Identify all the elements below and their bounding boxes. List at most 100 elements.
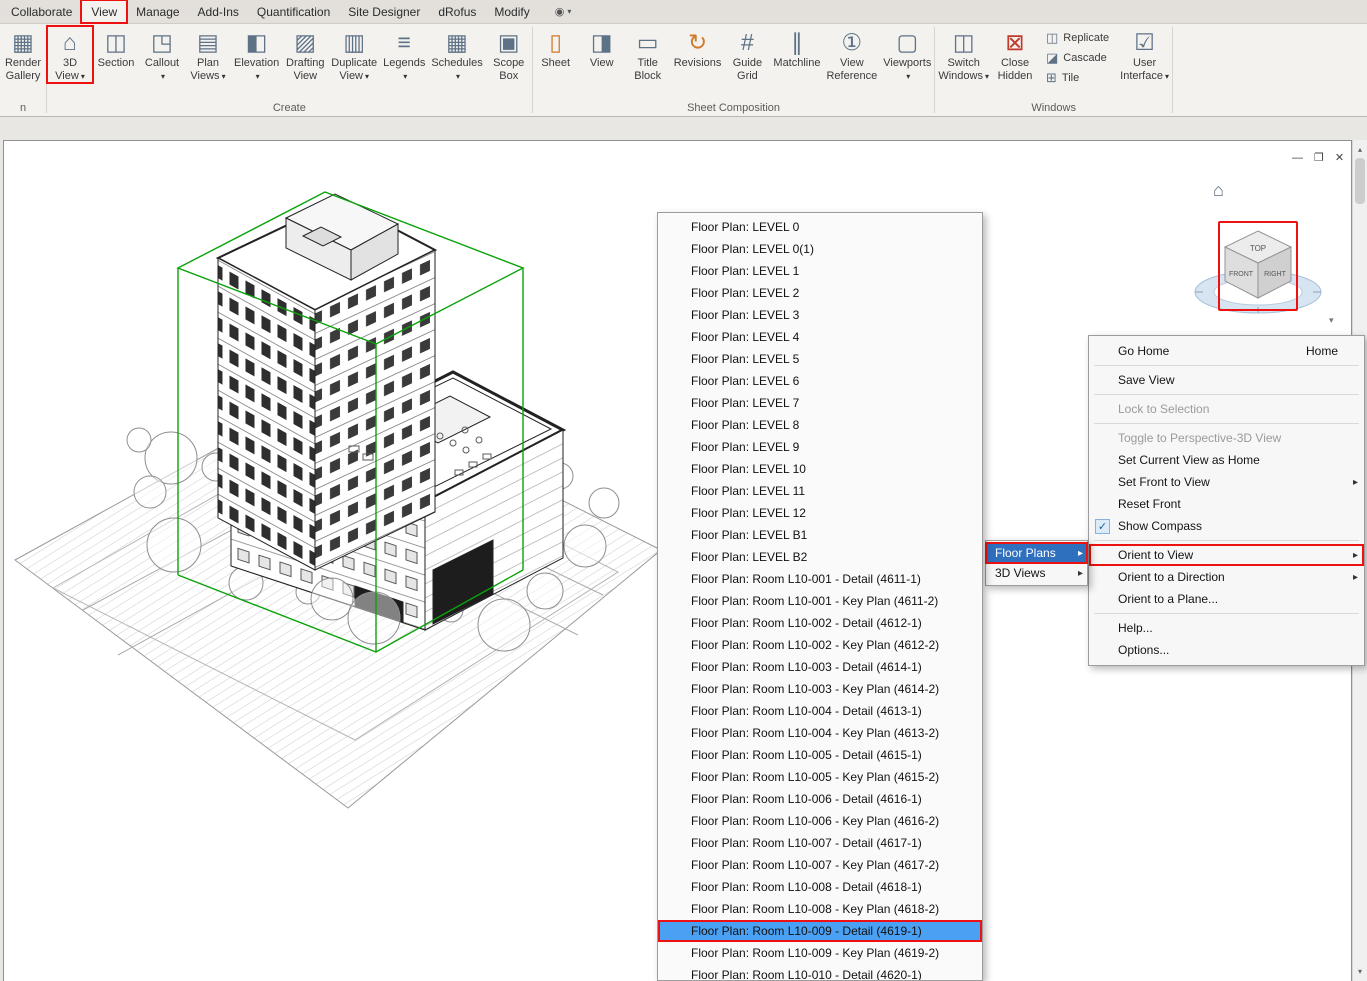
- legends-button[interactable]: ≡ Legends ▾: [380, 26, 428, 83]
- floor-plan-level-1[interactable]: Floor Plan: LEVEL 1: [658, 260, 982, 282]
- drafting-view-button[interactable]: ▨ Drafting View▾: [282, 26, 328, 83]
- floor-plan-level-2[interactable]: Floor Plan: LEVEL 2: [658, 282, 982, 304]
- floor-plan-room-l10-009-key-plan-4619-2[interactable]: Floor Plan: Room L10-009 - Key Plan (461…: [658, 942, 982, 964]
- render-gallery-button[interactable]: ▦ Render Gallery▾: [0, 26, 46, 83]
- schedules-button[interactable]: ▦ Schedules ▾: [428, 26, 485, 83]
- floor-plan-level-0-1[interactable]: Floor Plan: LEVEL 0(1): [658, 238, 982, 260]
- user-interface-button[interactable]: ☑ User Interface▾: [1117, 26, 1172, 83]
- floor-plan-level-b2[interactable]: Floor Plan: LEVEL B2: [658, 546, 982, 568]
- scrollbar-thumb[interactable]: [1355, 158, 1365, 204]
- go-home-menu-item[interactable]: ✓ Go Home Home ▸: [1089, 340, 1364, 362]
- matchline-button[interactable]: ∥ Matchline ▾: [770, 26, 823, 83]
- floor-plan-room-l10-006-detail-4616-1[interactable]: Floor Plan: Room L10-006 - Detail (4616-…: [658, 788, 982, 810]
- floor-plan-room-l10-005-key-plan-4615-2[interactable]: Floor Plan: Room L10-005 - Key Plan (461…: [658, 766, 982, 788]
- minimize-icon[interactable]: —: [1292, 152, 1303, 164]
- floor-plan-room-l10-002-key-plan-4612-2[interactable]: Floor Plan: Room L10-002 - Key Plan (461…: [658, 634, 982, 656]
- home-icon[interactable]: ⌂: [1213, 180, 1224, 200]
- floor-plan-level-0[interactable]: Floor Plan: LEVEL 0: [658, 216, 982, 238]
- quantification-tab[interactable]: Quantification: [248, 1, 339, 23]
- drofus-tab[interactable]: dRofus: [429, 1, 485, 23]
- scope-box-button[interactable]: ▣ Scope Box▾: [486, 26, 532, 83]
- floor-plan-room-l10-003-key-plan-4614-2[interactable]: Floor Plan: Room L10-003 - Key Plan (461…: [658, 678, 982, 700]
- view-tab[interactable]: View: [81, 0, 127, 23]
- scroll-down-icon[interactable]: ▾: [1353, 964, 1367, 979]
- floor-plan-level-12[interactable]: Floor Plan: LEVEL 12: [658, 502, 982, 524]
- floor-plan-level-7[interactable]: Floor Plan: LEVEL 7: [658, 392, 982, 414]
- scroll-up-icon[interactable]: ▴: [1353, 142, 1367, 157]
- add-ins-tab[interactable]: Add-Ins: [189, 1, 248, 23]
- viewcube-menu-arrow-icon[interactable]: ▾: [1329, 315, 1334, 325]
- floor-plan-room-l10-008-key-plan-4618-2[interactable]: Floor Plan: Room L10-008 - Key Plan (461…: [658, 898, 982, 920]
- site-designer-tab[interactable]: Site Designer: [339, 1, 429, 23]
- 3d-views-submenu-item[interactable]: 3D Views ▸: [986, 563, 1087, 583]
- floor-plan-level-b1[interactable]: Floor Plan: LEVEL B1: [658, 524, 982, 546]
- manage-tab[interactable]: Manage: [127, 1, 188, 23]
- floor-plan-room-l10-001-detail-4611-1[interactable]: Floor Plan: Room L10-001 - Detail (4611-…: [658, 568, 982, 590]
- reset-front-menu-item[interactable]: ✓ Reset Front ▸: [1089, 493, 1364, 515]
- orient-to-a-direction-menu-item[interactable]: ✓ Orient to a Direction ▸: [1089, 566, 1364, 588]
- plan-views-button[interactable]: ▤ Plan Views▾: [185, 26, 231, 83]
- orient-to-a-plane-menu-item[interactable]: ✓ Orient to a Plane... ▸: [1089, 588, 1364, 610]
- floor-plan-level-4[interactable]: Floor Plan: LEVEL 4: [658, 326, 982, 348]
- viewcube-front-face[interactable]: FRONT: [1229, 271, 1254, 278]
- set-front-to-view-menu-item[interactable]: ✓ Set Front to View ▸: [1089, 471, 1364, 493]
- floor-plan-level-5[interactable]: Floor Plan: LEVEL 5: [658, 348, 982, 370]
- revisions-button[interactable]: ↻ Revisions ▾: [671, 26, 725, 83]
- title-block-button[interactable]: ▭ Title Block▾: [625, 26, 671, 83]
- context-menu-item[interactable]: ✓ ▸: [1089, 537, 1364, 544]
- options-menu-item[interactable]: ✓ Options... ▸: [1089, 639, 1364, 661]
- context-menu-item[interactable]: ✓ ▸: [1089, 362, 1364, 369]
- callout-button[interactable]: ◳ Callout ▾: [139, 26, 185, 83]
- floor-plan-room-l10-007-detail-4617-1[interactable]: Floor Plan: Room L10-007 - Detail (4617-…: [658, 832, 982, 854]
- restore-icon[interactable]: ❐: [1314, 152, 1324, 164]
- close-icon[interactable]: ✕: [1335, 152, 1344, 164]
- floor-plan-room-l10-005-detail-4615-1[interactable]: Floor Plan: Room L10-005 - Detail (4615-…: [658, 744, 982, 766]
- collaborate-tab[interactable]: Collaborate: [2, 1, 81, 23]
- elevation-button[interactable]: ◧ Elevation ▾: [231, 26, 282, 83]
- show-compass-menu-item[interactable]: ✓ Show Compass ▸: [1089, 515, 1364, 537]
- floor-plan-level-9[interactable]: Floor Plan: LEVEL 9: [658, 436, 982, 458]
- tile-button[interactable]: ⊞ Tile: [1042, 69, 1113, 86]
- context-menu-item[interactable]: ✓ ▸: [1089, 420, 1364, 427]
- viewcube-right-face[interactable]: RIGHT: [1264, 271, 1287, 278]
- floor-plan-level-6[interactable]: Floor Plan: LEVEL 6: [658, 370, 982, 392]
- toggle-to-perspective-3d-view-menu-item[interactable]: ✓ Toggle to Perspective-3D View ▸: [1089, 427, 1364, 449]
- switch-windows-button[interactable]: ◫ Switch Windows▾: [935, 26, 992, 83]
- orient-to-view-menu-item[interactable]: ✓ Orient to View ▸: [1089, 544, 1364, 566]
- viewports-button[interactable]: ▢ Viewports ▾: [880, 26, 934, 83]
- context-menu-item[interactable]: ✓ ▸: [1089, 391, 1364, 398]
- viewcube-top-face[interactable]: TOP: [1250, 244, 1266, 253]
- sheet-button[interactable]: ▯ Sheet ▾: [533, 26, 579, 83]
- modify-tab[interactable]: Modify: [485, 1, 538, 23]
- floor-plans-submenu-item[interactable]: Floor Plans ▸: [986, 543, 1087, 563]
- floor-plan-room-l10-006-key-plan-4616-2[interactable]: Floor Plan: Room L10-006 - Key Plan (461…: [658, 810, 982, 832]
- floor-plan-room-l10-001-key-plan-4611-2[interactable]: Floor Plan: Room L10-001 - Key Plan (461…: [658, 590, 982, 612]
- guide-grid-button[interactable]: # Guide Grid▾: [724, 26, 770, 83]
- viewcube[interactable]: ⌂ TOP FRONT RIGHT ▾: [1185, 168, 1355, 353]
- context-menu-item[interactable]: ✓ ▸: [1089, 610, 1364, 617]
- cascade-button[interactable]: ◪ Cascade: [1042, 49, 1113, 66]
- section-button[interactable]: ◫ Section ▾: [93, 26, 139, 83]
- help-menu-item[interactable]: ✓ Help... ▸: [1089, 617, 1364, 639]
- 3d-view-button[interactable]: ⌂ 3D View▾: [47, 26, 93, 83]
- set-current-view-as-home-menu-item[interactable]: ✓ Set Current View as Home ▸: [1089, 449, 1364, 471]
- view-button[interactable]: ◨ View ▾: [579, 26, 625, 83]
- lock-to-selection-menu-item[interactable]: ✓ Lock to Selection ▸: [1089, 398, 1364, 420]
- replicate-button[interactable]: ◫ Replicate: [1042, 29, 1113, 46]
- duplicate-view-button[interactable]: ▥ Duplicate View▾: [328, 26, 380, 83]
- floor-plan-room-l10-010-detail-4620-1[interactable]: Floor Plan: Room L10-010 - Detail (4620-…: [658, 964, 982, 981]
- floor-plan-room-l10-003-detail-4614-1[interactable]: Floor Plan: Room L10-003 - Detail (4614-…: [658, 656, 982, 678]
- floor-plan-room-l10-004-detail-4613-1[interactable]: Floor Plan: Room L10-004 - Detail (4613-…: [658, 700, 982, 722]
- view-reference-button[interactable]: ① View Reference▾: [823, 26, 880, 83]
- save-view-menu-item[interactable]: ✓ Save View ▸: [1089, 369, 1364, 391]
- ribbon-overflow-button[interactable]: ◉ ▾: [555, 5, 572, 23]
- floor-plan-room-l10-009-detail-4619-1[interactable]: Floor Plan: Room L10-009 - Detail (4619-…: [658, 920, 982, 942]
- floor-plan-room-l10-008-detail-4618-1[interactable]: Floor Plan: Room L10-008 - Detail (4618-…: [658, 876, 982, 898]
- floor-plan-room-l10-002-detail-4612-1[interactable]: Floor Plan: Room L10-002 - Detail (4612-…: [658, 612, 982, 634]
- floor-plan-room-l10-004-key-plan-4613-2[interactable]: Floor Plan: Room L10-004 - Key Plan (461…: [658, 722, 982, 744]
- close-hidden-button[interactable]: ⊠ Close Hidden▾: [992, 26, 1038, 83]
- floor-plan-room-l10-007-key-plan-4617-2[interactable]: Floor Plan: Room L10-007 - Key Plan (461…: [658, 854, 982, 876]
- floor-plan-level-11[interactable]: Floor Plan: LEVEL 11: [658, 480, 982, 502]
- floor-plan-level-8[interactable]: Floor Plan: LEVEL 8: [658, 414, 982, 436]
- floor-plan-level-3[interactable]: Floor Plan: LEVEL 3: [658, 304, 982, 326]
